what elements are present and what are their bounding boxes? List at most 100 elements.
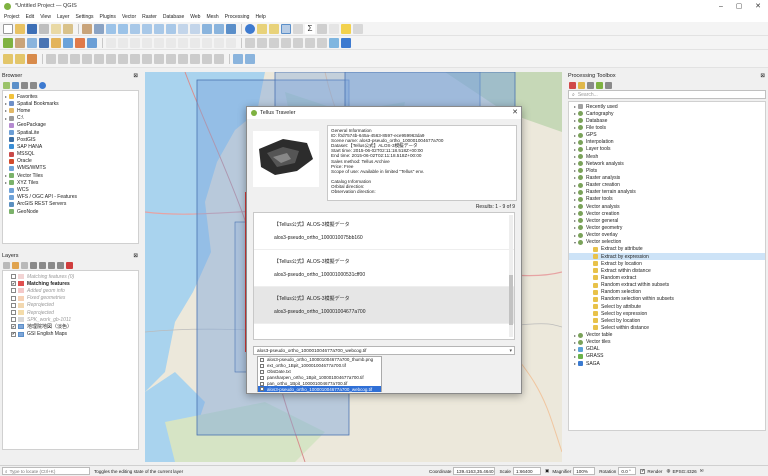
- delete-ring-icon[interactable]: [166, 53, 176, 64]
- zoom-full-icon[interactable]: [130, 23, 140, 34]
- new-geopackage-layer-icon[interactable]: [15, 37, 25, 48]
- zoom-to-layer-icon[interactable]: [154, 23, 164, 34]
- filter-legend-icon[interactable]: [30, 261, 37, 269]
- zoom-in-icon[interactable]: [106, 23, 116, 34]
- browser-item[interactable]: ▸ Vector Tiles: [3, 172, 138, 179]
- georeferencer-icon[interactable]: [233, 53, 243, 64]
- provider-group[interactable]: ▸ Network analysis: [569, 160, 765, 167]
- new-temp-layer-icon[interactable]: [51, 37, 61, 48]
- edit-features-in-place-icon[interactable]: [596, 81, 603, 89]
- provider-group[interactable]: ▸ Database: [569, 117, 765, 124]
- data-source-manager-icon[interactable]: [3, 37, 13, 48]
- algorithm-item[interactable]: Select by attribute: [569, 303, 765, 310]
- label-tool-icon[interactable]: [245, 37, 255, 48]
- crs-globe-icon[interactable]: ◍: [666, 468, 670, 474]
- provider-group[interactable]: ▸ Vector creation: [569, 210, 765, 217]
- provider-group[interactable]: ▸ Recently used: [569, 103, 765, 110]
- algorithm-item[interactable]: Random extract: [569, 274, 765, 281]
- close-icon[interactable]: ✕: [512, 108, 518, 116]
- layer-visibility-checkbox[interactable]: [11, 288, 16, 294]
- models-icon[interactable]: [569, 81, 576, 89]
- provider-group[interactable]: ▸ Plots: [569, 167, 765, 174]
- scrollbar-thumb[interactable]: [509, 275, 513, 325]
- provider-group[interactable]: ▸ File tools: [569, 124, 765, 131]
- move-label-icon[interactable]: [293, 37, 303, 48]
- provider-group[interactable]: ▸ Vector general: [569, 217, 765, 224]
- rotation-field[interactable]: 0.0 °: [618, 467, 637, 475]
- layer-visibility-checkbox[interactable]: ✔: [11, 331, 16, 337]
- menu-view[interactable]: View: [40, 14, 51, 20]
- results-viewer-icon[interactable]: [587, 81, 594, 89]
- diagram-tool-icon[interactable]: [257, 37, 267, 48]
- split-features-icon[interactable]: [82, 53, 92, 64]
- menu-mesh[interactable]: Mesh: [206, 14, 218, 20]
- toggle-editing-icon[interactable]: [118, 37, 128, 48]
- browser-item[interactable]: WFS / OGC API - Features: [3, 194, 138, 201]
- zoom-to-selection-icon[interactable]: [142, 23, 152, 34]
- scene-list[interactable]: 【Tellus公式】ALOS-3模擬データ alos3-pseudo_ortho_…: [253, 212, 515, 340]
- trim-extend-icon[interactable]: [202, 53, 212, 64]
- browser-item[interactable]: ▸ XYZ Tiles: [3, 179, 138, 186]
- layer-visibility-checkbox[interactable]: [11, 295, 16, 301]
- asset-option[interactable]: pansharpen_ortho_1Bpit_100001004677a700.…: [258, 375, 381, 381]
- filter-icon[interactable]: [21, 81, 28, 89]
- asset-option[interactable]: alos3-pseudo_ortho_100001004677a700_webc…: [258, 386, 381, 393]
- panel-close-icon[interactable]: ⊠: [133, 73, 138, 79]
- tracing-icon[interactable]: [70, 53, 80, 64]
- algorithm-item[interactable]: Random extract within subsets: [569, 282, 765, 289]
- save-as-icon[interactable]: [39, 23, 49, 34]
- zoom-out-icon[interactable]: [118, 23, 128, 34]
- provider-group[interactable]: ▸ Cartography: [569, 110, 765, 117]
- tellus-icon[interactable]: [245, 53, 255, 64]
- temporal-controller-icon[interactable]: [214, 23, 224, 34]
- algorithm-item[interactable]: Extract within distance: [569, 267, 765, 274]
- list-scrollbar[interactable]: [509, 215, 513, 337]
- provider-group[interactable]: ▸ Raster creation: [569, 182, 765, 189]
- menu-raster[interactable]: Raster: [142, 14, 157, 20]
- fill-ring-icon[interactable]: [154, 53, 164, 64]
- scale-field[interactable]: 1:66400: [512, 467, 541, 475]
- menu-plugins[interactable]: Plugins: [100, 14, 116, 20]
- browser-item[interactable]: ▸ Favorites: [3, 93, 138, 100]
- copy-features-icon[interactable]: [190, 37, 200, 48]
- filter-expression-icon[interactable]: [39, 261, 46, 269]
- open-styling-icon[interactable]: [3, 261, 10, 269]
- browser-item[interactable]: ▸ Home: [3, 107, 138, 114]
- scene-list-item[interactable]: 【Tellus公式】ALOS-3模擬データ alos3-pseudo_ortho_…: [254, 250, 514, 287]
- layer-item[interactable]: Matching features (0): [3, 273, 138, 280]
- reverse-line-icon[interactable]: [190, 53, 200, 64]
- layer-visibility-checkbox[interactable]: [11, 310, 16, 316]
- menu-layer[interactable]: Layer: [57, 14, 70, 20]
- measure-icon[interactable]: [317, 23, 327, 34]
- expand-all-icon[interactable]: [48, 261, 55, 269]
- browser-item[interactable]: GeoNode: [3, 208, 138, 215]
- cut-features-icon[interactable]: [178, 37, 188, 48]
- add-layer-icon[interactable]: [3, 81, 10, 89]
- zoom-native-icon[interactable]: [166, 23, 176, 34]
- locator-search-input[interactable]: ⌕ Type to locate (Ctrl+K): [2, 467, 90, 475]
- select-features-icon[interactable]: [257, 23, 267, 34]
- browser-item[interactable]: WMS/WMTS: [3, 165, 138, 172]
- provider-group[interactable]: ▸ GRASS: [569, 353, 765, 360]
- new-print-layout-icon[interactable]: [51, 23, 61, 34]
- menu-vector[interactable]: Vector: [122, 14, 136, 20]
- rotate-label-icon[interactable]: [305, 37, 315, 48]
- remove-layer-icon[interactable]: [66, 261, 73, 269]
- options-icon[interactable]: [605, 81, 612, 89]
- python-console-icon[interactable]: [329, 37, 339, 48]
- digitize-icon[interactable]: [3, 53, 13, 64]
- menu-web[interactable]: Web: [190, 14, 200, 20]
- show-hide-labels-icon[interactable]: [281, 37, 291, 48]
- asset-option[interactable]: alos3-pseudo_ortho_100001004677a700_thum…: [258, 357, 381, 363]
- browser-item[interactable]: Oracle: [3, 158, 138, 165]
- attribute-table-icon[interactable]: [293, 23, 303, 34]
- scene-list-item[interactable]: 【Tellus公式】ALOS-3模擬データ alos3-pseudo_ortho_…: [254, 287, 514, 324]
- magnifier-field[interactable]: 100%: [573, 467, 596, 475]
- browser-item[interactable]: ▸ C:\: [3, 115, 138, 122]
- browser-item[interactable]: GeoPackage: [3, 122, 138, 129]
- browser-item[interactable]: WCS: [3, 186, 138, 193]
- vertex-tool-icon[interactable]: [154, 37, 164, 48]
- plugin-icon[interactable]: [341, 37, 351, 48]
- provider-group[interactable]: ▸ Mesh: [569, 153, 765, 160]
- provider-group[interactable]: ▸ Vector analysis: [569, 203, 765, 210]
